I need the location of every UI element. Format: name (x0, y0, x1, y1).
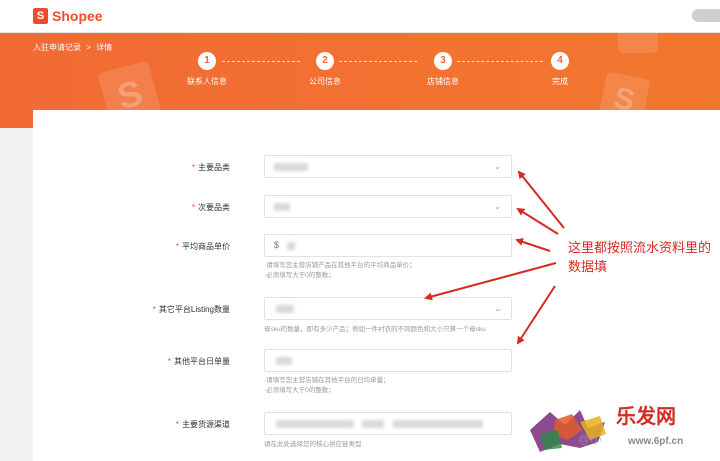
step-number: 4 (551, 52, 569, 70)
required-mark: * (175, 242, 179, 251)
blurred-value (276, 357, 292, 365)
top-bar: S Shopee (0, 0, 720, 33)
blurred-value (274, 203, 290, 211)
step-number: 2 (316, 52, 334, 70)
listing-count-hint: 母sku的数量，即有多少产品；例如一件衬衣的不同颜色和大小只算一个母sku (264, 326, 486, 333)
daily-orders-input[interactable] (264, 349, 512, 372)
blurred-value (276, 305, 294, 313)
breadcrumb: 入驻申请记录 > 详情 (33, 42, 115, 53)
step-label: 完成 (552, 77, 568, 86)
blurred-value (287, 242, 295, 250)
breadcrumb-separator: > (86, 43, 91, 52)
listing-count-select[interactable]: ⌄ (264, 297, 512, 320)
secondary-category-select[interactable]: ⌄ (264, 195, 512, 218)
avg-price-label: * 平均商品单价 (175, 242, 230, 251)
watermark-url: www.6pf.cn (628, 436, 684, 447)
listing-count-label: * 其它平台Listing数量 (152, 305, 230, 314)
daily-orders-label: * 其他平台日单量 (167, 357, 230, 366)
step-number: 1 (198, 52, 216, 70)
user-avatar[interactable] (692, 9, 720, 22)
breadcrumb-link-records[interactable]: 入驻申请记录 (33, 43, 81, 52)
decorative-bag-icon (618, 33, 658, 53)
supply-channel-label: * 主要货源渠道 (175, 420, 230, 429)
chevron-down-icon: ⌄ (494, 162, 501, 171)
step-shop-info: 3 店铺信息 (403, 52, 483, 87)
chevron-down-icon: ⌄ (494, 202, 501, 211)
secondary-category-label: * 次要品类 (191, 203, 230, 212)
currency-prefix: $ (274, 240, 280, 250)
step-company-info: 2 公司信息 (285, 52, 365, 87)
step-contact-info: 1 联系人信息 (167, 52, 247, 87)
step-complete: 4 完成 (520, 52, 600, 87)
required-mark: * (167, 357, 171, 366)
brand-name: Shopee (52, 8, 103, 24)
step-number: 3 (434, 52, 452, 70)
blurred-value (274, 163, 308, 171)
blurred-value (276, 420, 354, 428)
watermark-ghost-text: @小 (578, 432, 603, 446)
supply-channel-hint: 请在此处选择您的核心供应链类型 (264, 441, 362, 448)
supply-channel-select[interactable] (264, 412, 512, 435)
step-label: 店铺信息 (427, 77, 459, 86)
required-mark: * (152, 305, 156, 314)
required-mark: * (175, 420, 179, 429)
watermark-logo-icon (530, 410, 606, 452)
avg-price-input[interactable]: $ (264, 234, 512, 257)
blurred-value (393, 420, 483, 428)
required-mark: * (191, 163, 195, 172)
annotation-note: 这里都按照流水资料里的 数据填 (568, 241, 712, 275)
primary-category-label: * 主要品类 (191, 163, 230, 172)
daily-orders-hint: ·请填写您主营店铺在其他平台的日均单量； ·必须填写大于0的整数； (264, 377, 390, 394)
step-label: 联系人信息 (187, 77, 227, 86)
shopee-logo[interactable]: S Shopee (33, 8, 103, 24)
breadcrumb-current: 详情 (96, 43, 113, 52)
blurred-value (362, 420, 384, 428)
primary-category-select[interactable]: ⌄ (264, 155, 512, 178)
shopee-bag-icon: S (33, 8, 48, 24)
step-label: 公司信息 (309, 77, 341, 86)
avg-price-hint: ·请填写您主营店铺产品在其他平台的平均商品单价； ·必须填写大于0的整数； (264, 262, 416, 279)
chevron-down-icon: ⌄ (494, 304, 501, 313)
required-mark: * (191, 203, 195, 212)
watermark-text: 乐发网 (616, 404, 676, 428)
